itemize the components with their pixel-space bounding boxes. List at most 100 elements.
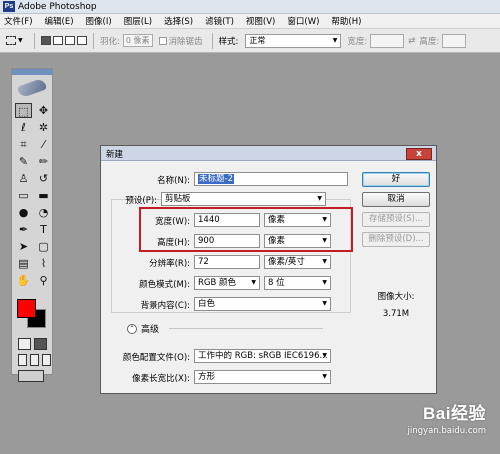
width-label: 宽度:	[347, 36, 368, 47]
subtract-selection-icon[interactable]	[65, 36, 75, 45]
crop-tool-icon[interactable]: ⌗	[15, 137, 32, 152]
menu-edit[interactable]: 编辑(E)	[45, 15, 74, 27]
toolbox: ⬚ ✥ ℓ ✲ ⌗ ⁄ ✎ ✏ ♙ ↺ ▭ ▬ ● ◔ ✒ T ➤ ▢ ▤ ⌇ …	[11, 68, 53, 382]
lasso-tool-icon[interactable]: ℓ	[15, 120, 32, 135]
ok-button[interactable]: 好	[362, 172, 430, 187]
style-label: 样式:	[218, 36, 239, 47]
color-profile-label: 颜色配置文件(O):	[122, 353, 190, 363]
divider	[211, 32, 213, 49]
name-value: 未标题-2	[198, 174, 234, 184]
resolution-unit-value: 像素/英寸	[268, 257, 305, 267]
chevron-down-icon: ▼	[322, 352, 327, 359]
hand-tool-icon[interactable]: ✋	[15, 273, 32, 288]
shape-tool-icon[interactable]: ▢	[35, 239, 52, 254]
chevron-down-icon: ▼	[322, 279, 327, 286]
healing-brush-icon[interactable]: ✎	[15, 154, 32, 169]
menu-window[interactable]: 窗口(W)	[287, 15, 319, 27]
slice-tool-icon[interactable]: ⁄	[35, 137, 52, 152]
highlight-box	[139, 207, 353, 252]
history-brush-icon[interactable]: ↺	[35, 171, 52, 186]
gradient-tool-icon[interactable]: ▬	[35, 188, 52, 203]
selection-mode-group	[41, 36, 87, 45]
mask-mode-row	[12, 336, 52, 352]
chevron-down-icon: ▼	[251, 279, 256, 286]
pen-tool-icon[interactable]: ✒	[15, 222, 32, 237]
chevron-down-icon: ▼	[18, 37, 23, 44]
advanced-label: 高级	[141, 325, 160, 335]
eyedropper-icon[interactable]: ⌇	[35, 256, 52, 271]
chevron-down-icon: ▼	[332, 36, 338, 44]
resolution-label: 分辨率(R):	[149, 259, 190, 269]
brush-tool-icon[interactable]: ✏	[35, 154, 52, 169]
background-label: 背景内容(C):	[140, 301, 190, 311]
background-select[interactable]: 白色 ▼	[194, 297, 331, 311]
menu-select[interactable]: 选择(S)	[164, 15, 193, 27]
chevron-down-icon: ▼	[322, 300, 327, 307]
pixel-aspect-value: 方形	[198, 372, 216, 382]
magic-wand-icon[interactable]: ✲	[35, 120, 52, 135]
save-preset-button[interactable]: 存储预设(S)...	[362, 212, 430, 227]
name-input[interactable]: 未标题-2	[194, 172, 348, 186]
photoshop-icon: Ps	[3, 1, 15, 12]
notes-tool-icon[interactable]: ▤	[15, 256, 32, 271]
dialog-title-bar[interactable]: 新建 x	[101, 146, 436, 161]
screen-mode-full-icon[interactable]	[42, 354, 51, 366]
screen-mode-menu-icon[interactable]	[30, 354, 39, 366]
quick-mask-icon[interactable]	[34, 338, 47, 350]
divider	[34, 32, 35, 49]
pixel-aspect-label: 像素长宽比(X):	[132, 374, 190, 384]
eraser-tool-icon[interactable]: ▭	[15, 188, 32, 203]
jump-row	[12, 368, 52, 384]
feather-logo	[12, 75, 52, 101]
standard-mode-icon[interactable]	[18, 338, 31, 350]
type-tool-icon[interactable]: T	[35, 222, 52, 237]
marquee-preset-picker[interactable]: ▼	[6, 33, 28, 49]
delete-preset-button[interactable]: 删除预设(D)...	[362, 232, 430, 247]
menu-view[interactable]: 视图(V)	[246, 15, 275, 27]
foreground-color-swatch[interactable]	[17, 299, 36, 318]
intersect-selection-icon[interactable]	[77, 36, 87, 45]
chevron-down-icon: ▼	[322, 258, 327, 265]
imageready-icon[interactable]	[18, 370, 44, 382]
feather-input[interactable]: 0 像素	[122, 34, 153, 47]
width-input[interactable]	[370, 33, 405, 48]
pixel-aspect-select[interactable]: 方形 ▼	[194, 370, 331, 384]
marquee-tool-icon[interactable]: ⬚	[15, 103, 32, 118]
menu-help[interactable]: 帮助(H)	[331, 15, 361, 27]
resolution-unit-select[interactable]: 像素/英寸 ▼	[264, 255, 331, 269]
clone-stamp-icon[interactable]: ♙	[15, 171, 32, 186]
antialias-checkbox[interactable]	[158, 36, 167, 45]
chevron-down-icon: ▼	[322, 373, 327, 380]
swap-icon[interactable]: ⇄	[408, 36, 415, 46]
screen-mode-row	[12, 352, 52, 368]
color-mode-label: 颜色模式(M):	[139, 280, 190, 290]
blur-tool-icon[interactable]: ●	[15, 205, 32, 220]
new-selection-icon[interactable]	[41, 36, 51, 45]
cancel-button[interactable]: 取消	[362, 192, 430, 207]
menu-file[interactable]: 文件(F)	[4, 15, 33, 27]
marquee-icon	[6, 36, 16, 45]
preset-select[interactable]: 剪贴板 ▼	[161, 192, 326, 206]
resolution-input[interactable]: 72	[194, 255, 260, 269]
dodge-tool-icon[interactable]: ◔	[35, 205, 52, 220]
antialias-label: 消除锯齿	[168, 36, 203, 47]
move-tool-icon[interactable]: ✥	[35, 103, 52, 118]
height-input[interactable]	[442, 33, 467, 48]
close-icon[interactable]: x	[406, 148, 432, 160]
path-select-icon[interactable]: ➤	[15, 239, 32, 254]
color-profile-select[interactable]: 工作中的 RGB: sRGB IEC6196... ▼	[194, 349, 331, 363]
divider	[169, 328, 323, 329]
style-select[interactable]: 正常 ▼	[245, 33, 342, 48]
menu-image[interactable]: 图像(I)	[86, 15, 112, 27]
image-size-label: 图像大小:	[377, 292, 415, 302]
height-label: 高度:	[419, 36, 440, 47]
advanced-toggle[interactable]: ⌃ 高级	[127, 322, 159, 335]
zoom-tool-icon[interactable]: ⚲	[35, 273, 52, 288]
color-mode-select[interactable]: RGB 颜色 ▼	[194, 276, 260, 290]
menu-filter[interactable]: 滤镜(T)	[205, 15, 234, 27]
menu-layer[interactable]: 图层(L)	[124, 15, 152, 27]
bit-depth-select[interactable]: 8 位 ▼	[264, 276, 331, 290]
add-selection-icon[interactable]	[53, 36, 63, 45]
screen-mode-standard-icon[interactable]	[18, 354, 27, 366]
color-profile-value: 工作中的 RGB: sRGB IEC6196...	[198, 351, 328, 361]
